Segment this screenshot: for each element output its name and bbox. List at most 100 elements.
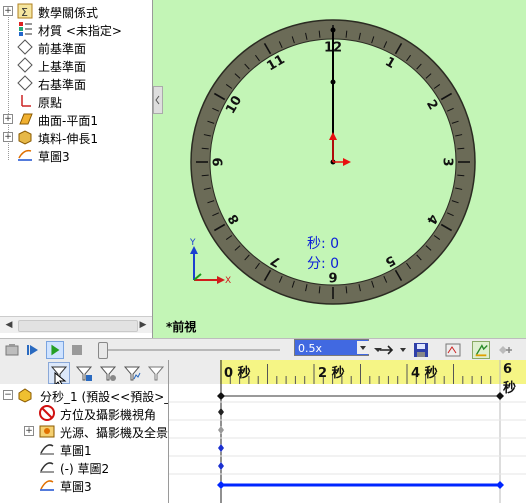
autokey-icon[interactable] [472, 341, 490, 359]
motion-item-lights[interactable]: + 光源、攝影機及全景 [0, 422, 168, 440]
chevron-down-icon[interactable] [357, 341, 369, 354]
tree-item-surface-plane[interactable]: + 曲面-平面1 [0, 110, 152, 128]
expand-toggle[interactable]: + [24, 426, 34, 436]
clock-number: 3 [440, 157, 455, 166]
seconds-readout: 秒: 0 [307, 236, 339, 252]
tree-horizontal-scrollbar[interactable]: ◀ ▶ [0, 316, 152, 333]
keypoint[interactable] [218, 426, 224, 434]
extrude-icon [18, 130, 32, 145]
view-orientation-label: *前視 [166, 319, 196, 334]
motion-item-assembly[interactable]: − 分秒_1 (預設<<預設>_ [0, 386, 171, 404]
tree-item-label: 材質 <未指定> [38, 24, 122, 38]
tree-item-extrude[interactable]: + 填料-伸長1 [0, 128, 152, 146]
origin-icon [21, 95, 31, 107]
axis-x-label: X [225, 276, 231, 286]
tree-item-sketch3[interactable]: 草圖3 [0, 146, 152, 164]
keypoint[interactable] [218, 444, 224, 452]
tree-item-material[interactable]: 材質 <未指定> [0, 20, 152, 38]
keypoint[interactable] [218, 408, 224, 416]
stop-icon[interactable] [68, 341, 86, 359]
ruler-label-4s: 4 秒 [411, 366, 438, 381]
tree-item-top-plane[interactable]: 上基準面 [0, 56, 152, 74]
ruler-label-6s: 6 秒 [503, 362, 517, 396]
tree-item-label: 草圖3 [38, 150, 70, 164]
filter-results-icon[interactable] [122, 363, 142, 383]
orientation-icon [39, 405, 55, 421]
motion-item-orientation[interactable]: 方位及攝影機視角 [0, 404, 168, 422]
tree-item-label: 曲面-平面1 [38, 114, 98, 128]
keypoint[interactable] [217, 481, 225, 489]
graphics-viewport[interactable]: 121234567891011 Y X 秒: 0 分: 0 *前視 [153, 0, 526, 338]
panel-collapse-handle[interactable] [153, 86, 163, 114]
keypoint[interactable] [218, 462, 224, 470]
expand-toggle[interactable]: + [3, 114, 13, 124]
plane-icon [17, 57, 33, 73]
calculate-icon[interactable] [3, 341, 21, 359]
filter-driving-icon[interactable] [74, 363, 94, 383]
play-icon[interactable] [46, 341, 64, 359]
assembly-icon [18, 388, 32, 403]
axis-y-label: Y [189, 238, 196, 248]
sketch-icon [40, 444, 54, 455]
plane-icon [17, 75, 33, 91]
add-key-icon[interactable] [496, 341, 514, 359]
playback-slider-thumb[interactable] [98, 342, 108, 359]
animation-wizard-icon[interactable] [444, 341, 462, 359]
sketch-icon [40, 480, 54, 491]
sketch-icon [40, 462, 54, 473]
hand-point [330, 27, 336, 33]
tree-item-label: 右基準面 [38, 78, 87, 92]
tree-item-front-plane[interactable]: 前基準面 [0, 38, 152, 56]
tree-item-right-plane[interactable]: 右基準面 [0, 74, 152, 92]
timeline-grid [169, 360, 526, 503]
minutes-readout: 分: 0 [307, 256, 339, 272]
tree-item-label: 分秒_1 (預設<<預設>_ [40, 390, 171, 404]
equations-icon: Σ [17, 3, 33, 19]
scrollbar-thumb[interactable] [18, 320, 138, 332]
tree-item-label: 草圖1 [60, 444, 92, 458]
ruler-label-0s: 0 秒 [224, 366, 251, 381]
expand-toggle[interactable]: − [3, 390, 13, 400]
motion-study-toolbar [0, 338, 526, 362]
filter-more-icon[interactable] [146, 363, 166, 383]
surface-icon [19, 113, 33, 125]
motion-manager-tree: − 分秒_1 (預設<<預設>_ 方位及攝影機視角 + 光源、攝影機及全景 草圖… [0, 384, 171, 503]
tree-item-label: (-) 草圖2 [60, 462, 110, 476]
svg-text:Σ: Σ [21, 6, 28, 19]
scroll-left-icon[interactable]: ◀ [2, 318, 16, 332]
motion-item-sketch2[interactable]: (-) 草圖2 [0, 458, 168, 476]
playback-slider-track[interactable] [100, 349, 280, 351]
scroll-right-icon[interactable]: ▶ [136, 318, 150, 332]
material-icon [19, 22, 32, 36]
tree-item-label: 數學關係式 [38, 6, 99, 20]
tree-item-equations[interactable]: + Σ 數學關係式 [0, 2, 152, 20]
filter-selected-icon[interactable] [98, 363, 118, 383]
tree-item-origin[interactable]: 原點 [0, 92, 152, 110]
tree-item-label: 光源、攝影機及全景 [60, 426, 169, 440]
clock-number: 9 [212, 157, 227, 166]
tree-item-label: 原點 [38, 96, 63, 110]
ruler-label-2s: 2 秒 [318, 366, 345, 381]
playback-mode-icon[interactable] [378, 341, 398, 359]
feature-tree-panel: + Σ 數學關係式 材質 <未指定> 前基準面 上基準面 右基準面 原點 + 曲… [0, 0, 153, 338]
clock-model: 121234567891011 Y X 秒: 0 分: 0 *前視 [166, 19, 476, 334]
play-from-start-icon[interactable] [24, 341, 42, 359]
motion-item-sketch3[interactable]: 草圖3 [0, 476, 168, 494]
keypoint[interactable] [217, 392, 225, 400]
save-animation-icon[interactable] [412, 341, 430, 359]
motion-tree-header [0, 360, 168, 388]
tree-item-label: 前基準面 [38, 42, 87, 56]
ruler-ticks [220, 364, 501, 384]
chevron-down-icon[interactable] [398, 343, 408, 357]
expand-toggle[interactable]: + [3, 132, 13, 142]
tree-item-label: 草圖3 [60, 480, 92, 494]
lights-icon [39, 425, 55, 438]
motion-item-sketch1[interactable]: 草圖1 [0, 440, 168, 458]
keypoint[interactable] [496, 481, 504, 489]
sketch-icon [18, 149, 32, 161]
tree-item-label: 上基準面 [38, 60, 87, 74]
tree-item-label: 方位及攝影機視角 [60, 408, 157, 422]
expand-toggle[interactable]: + [3, 6, 13, 16]
hand-point [330, 79, 336, 85]
tree-item-label: 填料-伸長1 [38, 132, 98, 146]
